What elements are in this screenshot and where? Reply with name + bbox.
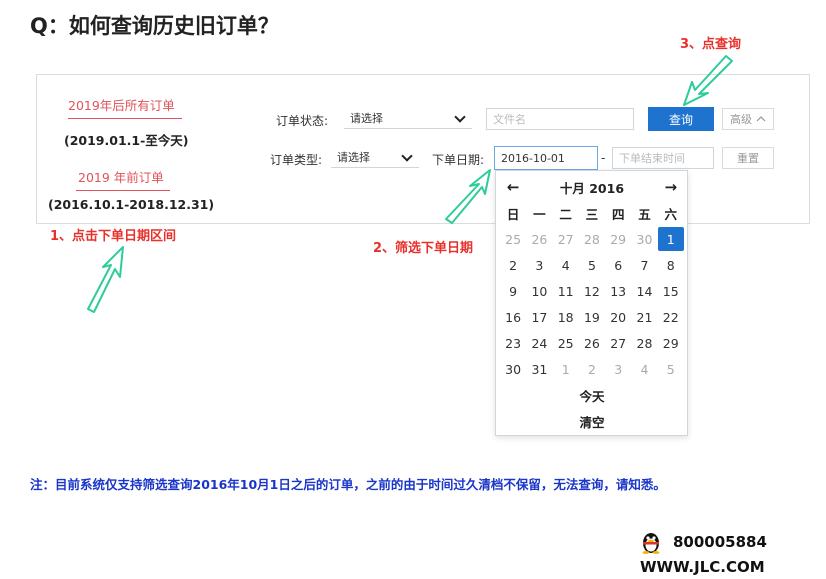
- qq-number: 800005884: [673, 533, 767, 551]
- arrow-to-date-icon: [445, 169, 491, 224]
- arrow-to-sidebar-icon: [87, 246, 124, 313]
- website-url[interactable]: WWW.JLC.COM: [640, 558, 765, 576]
- history-notice: 注：目前系统仅支持筛选查询2016年10月1日之后的订单，之前的由于时间过久清档…: [30, 477, 666, 492]
- arrow-to-query-icon: [683, 55, 733, 106]
- qq-penguin-icon: [642, 533, 660, 554]
